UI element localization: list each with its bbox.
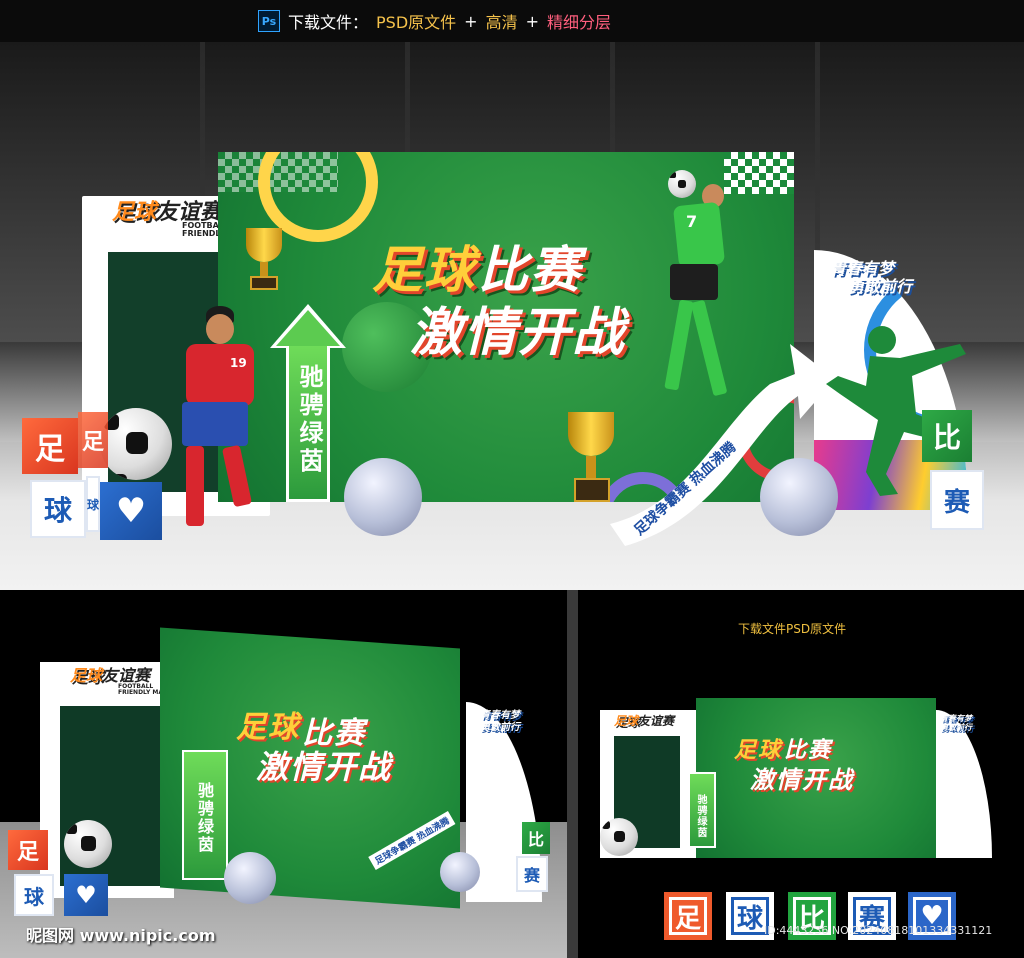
silver-sphere bbox=[760, 458, 838, 536]
cube-left: 球 bbox=[30, 480, 86, 538]
flat-headline-line2: 激情开战 bbox=[750, 766, 854, 794]
download-caption: 下载文件PSD原文件 bbox=[738, 622, 847, 636]
preview-left-frame bbox=[40, 662, 174, 898]
main-render: 足球友谊赛 FOOTBALL FRIENDLY MATCH 足球 比赛 激情开战… bbox=[0, 42, 1024, 590]
photoshop-icon: Ps bbox=[258, 10, 280, 32]
preview-slogan: 青春有梦 勇敢前行 bbox=[480, 710, 520, 733]
soccer-ball-icon bbox=[100, 408, 172, 480]
flat-arrow-text: 驰骋绿茵 bbox=[695, 794, 706, 838]
cube-left-side: 球 bbox=[86, 476, 100, 532]
preview-cube: 足 bbox=[8, 830, 48, 870]
silver-sphere bbox=[344, 458, 422, 536]
flat-slogan: 青春有梦 勇敢前行 bbox=[940, 714, 972, 733]
preview-cube: 球 bbox=[14, 874, 54, 916]
slogan-line2: 勇敢前行 bbox=[848, 277, 913, 297]
letter-tile: 足 bbox=[664, 892, 712, 940]
flat-preview: 下载文件PSD原文件 足球友谊赛 足球 比赛 激情开战 驰骋绿茵 青春有梦 勇敢… bbox=[578, 590, 1024, 958]
layers-label: 精细分层 bbox=[546, 13, 611, 32]
preview-arrow-text: 驰骋绿茵 bbox=[195, 782, 214, 854]
trophy-icon bbox=[236, 228, 296, 298]
plus-sign: + bbox=[464, 11, 478, 31]
plus-sign: + bbox=[525, 11, 539, 31]
heart-icon: ♥ bbox=[100, 482, 162, 540]
cube-left-side: 足 bbox=[78, 412, 108, 468]
soccer-ball-icon bbox=[600, 818, 638, 856]
format-label: PSD原文件 bbox=[376, 13, 457, 32]
green-player-figure: 7 bbox=[662, 184, 752, 408]
heart-icon: ♥ bbox=[64, 874, 108, 916]
preview-cube: 赛 bbox=[516, 856, 548, 892]
soccer-ball-icon bbox=[668, 170, 696, 198]
slogan: 青春有梦 勇敢前行 bbox=[830, 259, 913, 297]
slogan-line1: 青春有梦 bbox=[830, 259, 895, 278]
site-watermark: 昵图网 www.nipic.com bbox=[26, 926, 216, 945]
trophy-icon bbox=[556, 412, 628, 508]
preview-headline-line2: 激情开战 bbox=[256, 748, 393, 786]
silver-sphere bbox=[440, 852, 480, 892]
silver-sphere bbox=[224, 852, 276, 904]
logo-main: 足球 bbox=[112, 200, 157, 225]
cube-right: 比 bbox=[922, 410, 972, 462]
cube-left: 足 bbox=[22, 418, 78, 474]
cube-right: 赛 bbox=[930, 470, 984, 530]
flat-logo: 足球友谊赛 bbox=[614, 714, 675, 728]
file-id: ID:4443236 NO:20240818101334331121 bbox=[764, 924, 993, 937]
perspective-preview: 足球友谊赛 FOOTBALL FRIENDLY MATCH 足球 比赛 激情开战… bbox=[0, 590, 567, 958]
panel-divider bbox=[567, 590, 578, 958]
soccer-ball-icon bbox=[64, 820, 112, 868]
headline-line2: 激情开战 bbox=[410, 303, 627, 363]
jersey-number: 19 bbox=[230, 356, 247, 370]
download-label: 下载文件： bbox=[288, 13, 369, 32]
preview-cube: 比 bbox=[522, 822, 550, 854]
arrow-text: 驰骋绿茵 bbox=[295, 364, 323, 476]
top-bar: Ps 下载文件： PSD原文件 + 高清 + 精细分层 bbox=[0, 0, 1024, 42]
red-player-figure: 19 bbox=[172, 306, 272, 536]
hd-label: 高清 bbox=[485, 13, 518, 32]
jersey-number: 7 bbox=[686, 212, 698, 231]
preview-headline-a: 足球 bbox=[236, 710, 300, 745]
